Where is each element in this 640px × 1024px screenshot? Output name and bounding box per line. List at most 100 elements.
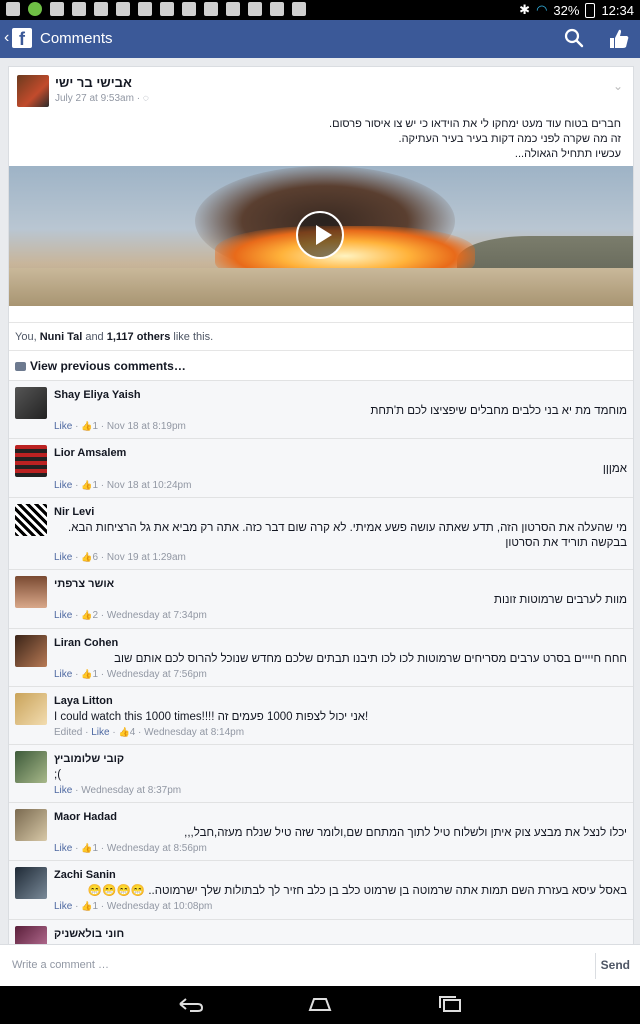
comment-text: מוות לערבים שרמוטות זונות [494, 594, 627, 606]
notification-icon [292, 2, 306, 16]
notification-icon [28, 2, 42, 16]
divider [595, 953, 596, 979]
list-item: Zachi Sanin באסל עיסא בעזרת השם תמות אתה… [9, 860, 633, 919]
like-thumb-icon[interactable] [608, 28, 630, 50]
like-link[interactable]: Like [54, 480, 72, 491]
comment-meta: Edited · Like · 👍4 · Wednesday at 8:14pm [54, 727, 245, 738]
search-icon[interactable] [564, 28, 584, 48]
like-link[interactable]: Like [54, 785, 72, 796]
comment-text: מי שהעלה את הסרטון הזה, תדע שאתה עושה פש… [68, 522, 627, 549]
avatar[interactable] [15, 576, 47, 608]
post-text-line: עכשיו תתחיל הגאולה... [514, 148, 621, 160]
battery-level: 32% [553, 2, 580, 18]
system-nav-bar [0, 986, 640, 1024]
back-chevron-icon[interactable]: ‹ [4, 29, 9, 47]
page-title: Comments [40, 30, 113, 47]
comment-author[interactable]: Zachi Sanin [54, 869, 116, 881]
comment-text: באסל עיסא בעזרת השם תמות אתה שרמוטה בן ש… [87, 885, 627, 897]
list-item: Nir Levi מי שהעלה את הסרטון הזה, תדע שאת… [9, 497, 633, 569]
list-item: Lior Amsalem אמןןן Like · 👍1 · Nov 18 at… [9, 438, 633, 497]
comment-author[interactable]: Shay Eliya Yaish [54, 389, 141, 401]
list-item: Liran Cohen חחח חיייים בסרט ערבים מסריחי… [9, 628, 633, 686]
video-ground [9, 268, 633, 306]
status-bar: ✱ ◠ 32% 12:34 [0, 0, 640, 20]
comment-author[interactable]: Lior Amsalem [54, 447, 126, 459]
comment-bubble-icon [15, 362, 26, 372]
like-link[interactable]: Like [91, 727, 109, 738]
avatar[interactable] [15, 693, 47, 725]
bluetooth-icon: ✱ [519, 2, 531, 17]
comment-meta: Like · 👍1 · Wednesday at 7:56pm [54, 669, 207, 680]
thumb-icon: 👍 [81, 901, 93, 911]
view-previous-comments[interactable]: View previous comments… [9, 350, 633, 380]
home-icon[interactable] [306, 994, 334, 1014]
avatar[interactable] [15, 504, 47, 536]
list-item: קובי שלומוביץ ;( Like · Wednesday at 8:3… [9, 744, 633, 802]
comment-text: אמןןן [602, 463, 627, 475]
facebook-logo-icon[interactable]: f [12, 28, 32, 49]
list-item: חוני בולאשניק [9, 919, 633, 945]
notification-icon [116, 2, 130, 16]
recent-apps-icon[interactable] [436, 994, 464, 1014]
notification-icon [6, 2, 20, 16]
comment-author[interactable]: Laya Litton [54, 695, 113, 707]
play-icon[interactable] [296, 211, 344, 259]
chevron-down-icon[interactable]: ⌄ [613, 79, 623, 93]
notification-icon [138, 2, 152, 16]
send-button[interactable]: Send [601, 958, 630, 972]
post-text-line: חברים בטוח עוד מעט ימחקו לי את הוידאו כי… [329, 118, 621, 130]
battery-icon [585, 2, 596, 18]
list-item: אושר צרפתי מוות לערבים שרמוטות זונות Lik… [9, 569, 633, 628]
comment-meta: Like · 👍1 · Wednesday at 8:56pm [54, 843, 207, 854]
like-link[interactable]: Like [54, 669, 72, 680]
comment-meta: Like · 👍1 · Nov 18 at 10:24pm [54, 480, 192, 491]
back-icon[interactable] [176, 994, 204, 1014]
like-link[interactable]: Like [54, 552, 72, 563]
comment-text: ;( [54, 769, 62, 781]
post-header: אבישי בר ישי July 27 at 9:53am · ◌ ⌄ [9, 67, 633, 115]
comment-text: יכלו לנצל את מבצע צוק איתן ולשלוח טיל לת… [184, 827, 627, 839]
comment-input[interactable]: Write a comment … [12, 959, 109, 971]
globe-icon: ◌ [142, 93, 149, 104]
author-avatar[interactable] [17, 75, 49, 107]
post-date[interactable]: July 27 at 9:53am · ◌ [55, 93, 149, 104]
comment-text: מוחמד מת יא בני כלבים מחבלים שיפציצו לכם… [370, 405, 627, 417]
thumb-icon: 👍 [81, 610, 93, 620]
notification-icon [270, 2, 284, 16]
comment-author[interactable]: Nir Levi [54, 506, 94, 518]
avatar[interactable] [15, 867, 47, 899]
comment-text: חחח חיייים בסרט ערבים מסריחים שרמוטות לכ… [114, 653, 627, 665]
comment-author[interactable]: Liran Cohen [54, 637, 118, 649]
post-text: חברים בטוח עוד מעט ימחקו לי את הוידאו כי… [9, 117, 633, 162]
thumb-icon: 👍 [81, 552, 93, 562]
comment-author[interactable]: חוני בולאשניק [54, 928, 124, 940]
notification-icon [72, 2, 86, 16]
video-thumbnail[interactable] [9, 166, 633, 306]
notification-icon [50, 2, 64, 16]
comment-list: Shay Eliya Yaish מוחמד מת יא בני כלבים מ… [9, 380, 633, 945]
thumb-icon: 👍 [81, 421, 93, 431]
notification-icon [248, 2, 262, 16]
likes-summary[interactable]: You, Nuni Tal and 1,117 others like this… [9, 322, 633, 350]
clock: 12:34 [601, 2, 634, 18]
comment-author[interactable]: אושר צרפתי [54, 578, 114, 590]
avatar[interactable] [15, 387, 47, 419]
post-author[interactable]: אבישי בר ישי [55, 75, 132, 90]
avatar[interactable] [15, 445, 47, 477]
avatar[interactable] [15, 751, 47, 783]
notification-icon [182, 2, 196, 16]
notification-icon [204, 2, 218, 16]
wifi-icon: ◠ [536, 2, 548, 17]
app-bar: ‹ f Comments [0, 20, 640, 58]
like-link[interactable]: Like [54, 421, 72, 432]
avatar[interactable] [15, 635, 47, 667]
avatar[interactable] [15, 809, 47, 841]
like-link[interactable]: Like [54, 610, 72, 621]
avatar[interactable] [15, 926, 47, 945]
like-link[interactable]: Like [54, 843, 72, 854]
notification-icon [160, 2, 174, 16]
comment-author[interactable]: Maor Hadad [54, 811, 117, 823]
comment-author[interactable]: קובי שלומוביץ [54, 753, 124, 765]
like-link[interactable]: Like [54, 901, 72, 912]
comment-text: I could watch this 1000 times!!!! אני יכ… [54, 711, 369, 723]
